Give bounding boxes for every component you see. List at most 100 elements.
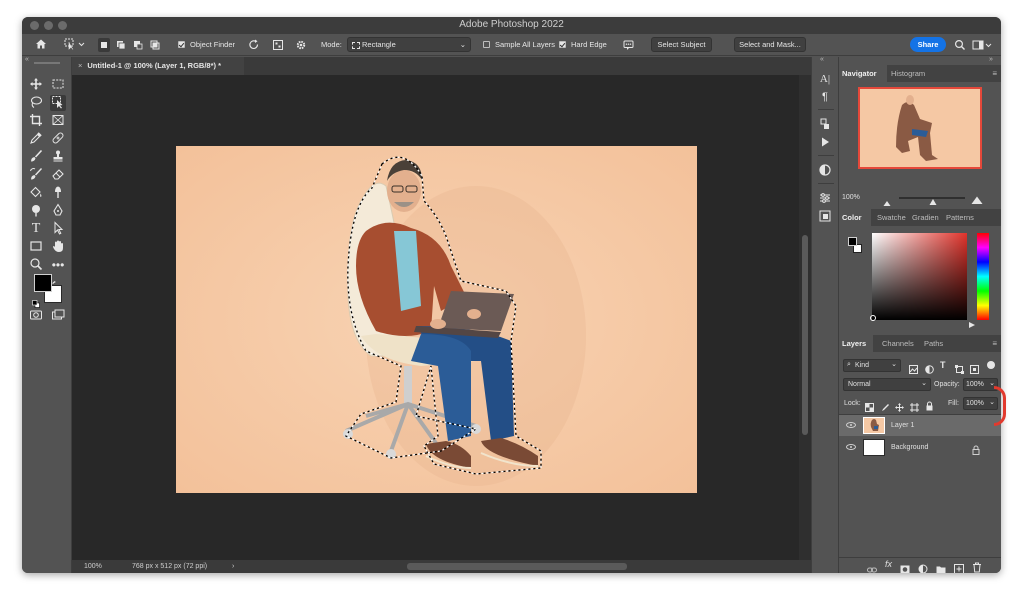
new-adjustment-layer-icon[interactable] (918, 561, 928, 573)
new-layer-icon[interactable] (954, 561, 964, 573)
status-menu-arrow[interactable]: › (232, 560, 234, 573)
tab-layers[interactable]: Layers (839, 335, 873, 352)
panel-menu-icon[interactable]: ≡ (992, 339, 997, 348)
new-selection-icon[interactable] (98, 38, 110, 52)
color-field[interactable] (870, 233, 967, 321)
swap-colors-icon[interactable] (52, 276, 60, 289)
layer-style-fx-icon[interactable]: fx (885, 559, 892, 569)
object-finder-checkbox[interactable] (178, 41, 185, 48)
zoom-in-mountain-icon[interactable] (971, 192, 983, 204)
add-to-selection-icon[interactable] (115, 38, 127, 52)
new-group-folder-icon[interactable] (936, 561, 946, 573)
add-mask-icon[interactable] (900, 561, 910, 573)
intersect-selection-icon[interactable] (149, 38, 161, 52)
lock-transparent-pixels-icon[interactable] (865, 399, 874, 412)
workspace-icon[interactable] (972, 38, 994, 52)
properties-panel-icon[interactable] (817, 191, 833, 207)
filter-type-layer-icon[interactable]: T (940, 360, 949, 370)
panel-grip-icon[interactable] (34, 62, 60, 64)
blend-mode-select[interactable]: Normal ⌄ (843, 378, 931, 391)
color-field-picker[interactable] (870, 315, 876, 321)
share-button[interactable]: Share (910, 37, 946, 52)
refresh-icon[interactable] (248, 38, 260, 52)
gear-icon[interactable] (295, 38, 307, 52)
lock-position-icon[interactable] (895, 399, 904, 412)
close-tab-icon[interactable]: × (78, 61, 82, 70)
layer-filter-kind-select[interactable]: ⌕ Kind ⌄ (843, 359, 901, 372)
expand-panels-icon[interactable]: « (820, 56, 824, 63)
path-selection-tool-icon[interactable] (50, 221, 66, 237)
vertical-scrollbar[interactable] (799, 75, 811, 560)
quick-mask-icon[interactable] (28, 308, 44, 324)
eyedropper-tool-icon[interactable] (28, 131, 44, 147)
zoom-level[interactable]: 100% (84, 560, 102, 573)
lock-image-pixels-icon[interactable] (880, 399, 889, 411)
layer-row[interactable]: Layer 1 (839, 415, 1001, 436)
filter-adjustment-layer-icon[interactable] (925, 361, 934, 374)
layer-row[interactable]: Background (839, 437, 1001, 458)
lasso-tool-icon[interactable] (28, 95, 44, 111)
search-icon[interactable] (954, 38, 966, 52)
panel-menu-icon[interactable]: ≡ (992, 69, 997, 78)
zoom-out-mountain-icon[interactable] (883, 194, 891, 206)
paint-bucket-tool-icon[interactable] (28, 185, 44, 201)
canvas[interactable] (176, 146, 697, 493)
horizontal-scroll-thumb[interactable] (407, 563, 627, 570)
mode-select[interactable]: Rectangle ⌄ (347, 37, 471, 52)
tab-color[interactable]: Color (839, 209, 871, 226)
brush-tool-icon[interactable] (28, 149, 44, 165)
fill-input[interactable]: 100% ⌄ (963, 397, 998, 410)
opacity-input[interactable]: 100% ⌄ (963, 378, 998, 391)
object-selection-tool-preset-icon[interactable] (64, 38, 86, 52)
layer-name[interactable]: Layer 1 (891, 422, 914, 429)
layer-name[interactable]: Background (891, 444, 928, 451)
navigator-zoom-value[interactable]: 100% (842, 194, 860, 201)
vertical-scroll-thumb[interactable] (802, 235, 808, 435)
healing-brush-tool-icon[interactable] (50, 131, 66, 147)
hand-tool-icon[interactable] (50, 239, 66, 255)
show-all-objects-icon[interactable] (272, 38, 284, 52)
character-panel-icon[interactable]: A| (817, 71, 833, 87)
tab-swatches[interactable]: Swatche (874, 209, 909, 226)
filter-shape-layer-icon[interactable] (955, 361, 964, 374)
tab-gradients[interactable]: Gradien (909, 209, 942, 226)
paragraph-panel-icon[interactable]: ¶ (817, 89, 833, 105)
frame-tool-icon[interactable] (50, 113, 66, 129)
history-brush-tool-icon[interactable] (28, 167, 44, 183)
zoom-slider-thumb[interactable] (929, 193, 937, 205)
collapse-panels-icon[interactable]: » (989, 56, 993, 63)
dodge-tool-icon[interactable] (28, 203, 44, 219)
select-subject-button[interactable]: Select Subject (651, 37, 712, 52)
clone-stamp-tool-icon[interactable] (50, 149, 66, 165)
document-tab[interactable]: × Untitled-1 @ 100% (Layer 1, RGB/8*) * (72, 57, 244, 75)
zoom-tool-icon[interactable] (28, 257, 44, 273)
foreground-color-swatch[interactable] (34, 274, 52, 292)
type-tool-icon[interactable]: T (28, 221, 44, 237)
tab-navigator[interactable]: Navigator (839, 65, 887, 82)
lock-all-icon[interactable] (925, 398, 934, 411)
speech-bubble-icon[interactable] (622, 38, 636, 52)
move-tool-icon[interactable] (28, 77, 44, 93)
tab-histogram[interactable]: Histogram (888, 65, 928, 82)
more-tools-icon[interactable]: ••• (50, 257, 66, 273)
filter-smart-object-icon[interactable] (970, 361, 979, 374)
home-icon[interactable] (35, 38, 47, 52)
actions-play-icon[interactable] (817, 135, 833, 151)
visibility-eye-icon[interactable] (846, 422, 856, 428)
object-selection-tool-icon[interactable] (50, 95, 66, 111)
filter-pixel-layer-icon[interactable] (909, 361, 918, 374)
filter-toggle-icon[interactable] (987, 361, 995, 369)
link-layers-icon[interactable] (867, 561, 877, 573)
lock-artboard-icon[interactable] (910, 399, 919, 412)
pen-tool-icon[interactable] (50, 203, 66, 219)
collapse-tools-icon[interactable]: « (25, 56, 29, 63)
document-info[interactable]: 768 px x 512 px (72 ppi) (132, 560, 207, 573)
rectangular-marquee-tool-icon[interactable] (50, 77, 66, 93)
subtract-from-selection-icon[interactable] (132, 38, 144, 52)
history-panel-icon[interactable] (817, 117, 833, 133)
tab-patterns[interactable]: Patterns (943, 209, 977, 226)
crop-tool-icon[interactable] (28, 113, 44, 129)
adjustments-panel-icon[interactable] (817, 163, 833, 179)
tab-channels[interactable]: Channels (879, 335, 917, 352)
sample-all-layers-checkbox[interactable] (483, 41, 490, 48)
